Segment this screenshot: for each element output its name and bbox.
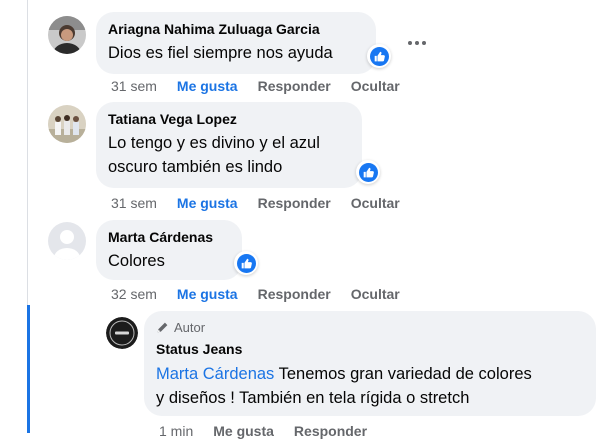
comment-time[interactable]: 31 sem xyxy=(111,78,157,94)
comment-text: Dios es fiel siempre nos ayuda xyxy=(108,44,333,62)
comment-author[interactable]: Marta Cárdenas xyxy=(108,228,230,246)
avatar[interactable] xyxy=(48,105,86,143)
hide-button[interactable]: Ocultar xyxy=(351,78,400,94)
reply-highlight-line xyxy=(27,305,30,433)
comment-actions: 32 sem Me gusta Responder Ocultar xyxy=(111,286,420,302)
reply-button[interactable]: Responder xyxy=(258,78,331,94)
like-reaction-icon[interactable] xyxy=(356,160,380,184)
avatar[interactable] xyxy=(48,16,86,54)
comment-text-line: Lo tengo y es divino y el azul xyxy=(108,134,320,152)
avatar[interactable] xyxy=(48,222,86,260)
comment-bubble: Ariagna Nahima Zuluaga Garcia Dios es fi… xyxy=(96,12,376,74)
hide-button[interactable]: Ocultar xyxy=(351,195,400,211)
comment-bubble: Marta Cárdenas Colores xyxy=(96,220,242,280)
like-reaction-icon[interactable] xyxy=(367,44,391,68)
comment-time[interactable]: 31 sem xyxy=(111,195,157,211)
reply-button[interactable]: Responder xyxy=(258,286,331,302)
like-button[interactable]: Me gusta xyxy=(177,78,238,94)
comment-actions: 31 sem Me gusta Responder Ocultar xyxy=(111,78,420,94)
hide-button[interactable]: Ocultar xyxy=(351,286,400,302)
reply-text-line: y diseños ! También en tela rígida o str… xyxy=(156,389,470,407)
reply-actions: 1 min Me gusta Responder xyxy=(159,423,387,439)
comment-text: Colores xyxy=(108,252,165,270)
avatar[interactable] xyxy=(106,317,138,349)
pencil-icon xyxy=(157,322,168,333)
reply-button[interactable]: Responder xyxy=(294,423,367,439)
comment-bubble: Tatiana Vega Lopez Lo tengo y es divino … xyxy=(96,102,362,188)
author-badge: Autor xyxy=(156,320,584,335)
reply-author[interactable]: Status Jeans xyxy=(156,340,584,358)
comment-author[interactable]: Ariagna Nahima Zuluaga Garcia xyxy=(108,20,364,38)
like-button[interactable]: Me gusta xyxy=(177,195,238,211)
author-badge-label: Autor xyxy=(174,320,206,335)
reply-bubble: Autor Status Jeans Marta Cárdenas Tenemo… xyxy=(144,311,596,416)
more-options-icon[interactable] xyxy=(401,31,433,55)
comment-author[interactable]: Tatiana Vega Lopez xyxy=(108,110,350,128)
comment-text-line: oscuro también es lindo xyxy=(108,158,283,176)
comment-time[interactable]: 32 sem xyxy=(111,286,157,302)
like-button[interactable]: Me gusta xyxy=(213,423,274,439)
comment-actions: 31 sem Me gusta Responder Ocultar xyxy=(111,195,420,211)
mention-link[interactable]: Marta Cárdenas xyxy=(156,365,274,383)
reply-text-line: Marta Cárdenas Tenemos gran variedad de … xyxy=(156,362,584,386)
reply-button[interactable]: Responder xyxy=(258,195,331,211)
reply-text-rest: Tenemos gran variedad de colores xyxy=(274,365,532,383)
like-button[interactable]: Me gusta xyxy=(177,286,238,302)
reply-time[interactable]: 1 min xyxy=(159,423,193,439)
like-reaction-icon[interactable] xyxy=(234,251,258,275)
